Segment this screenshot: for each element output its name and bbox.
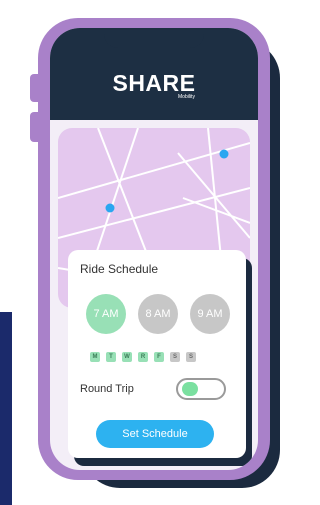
phone-screen: SHARE Mobility Ride Schedule 7 AM 8 AM 9…: [50, 28, 258, 470]
round-trip-label: Round Trip: [80, 383, 134, 395]
brand-subtitle: Mobility: [178, 94, 195, 100]
ride-schedule-card: Ride Schedule 7 AM 8 AM 9 AM M T W R F S…: [68, 250, 246, 458]
volume-down-button: [30, 112, 40, 142]
day-toggle-friday[interactable]: F: [154, 352, 164, 362]
time-option-7am[interactable]: 7 AM: [86, 294, 126, 334]
day-toggle-tuesday[interactable]: T: [106, 352, 116, 362]
day-toggle-saturday[interactable]: S: [170, 352, 180, 362]
toggle-knob: [182, 382, 198, 396]
day-toggle-thursday[interactable]: R: [138, 352, 148, 362]
day-toggle-monday[interactable]: M: [90, 352, 100, 362]
time-option-9am[interactable]: 9 AM: [190, 294, 230, 334]
set-schedule-button[interactable]: Set Schedule: [96, 420, 214, 448]
location-pin-icon[interactable]: [219, 149, 229, 159]
volume-up-button: [30, 74, 40, 102]
app-header: SHARE Mobility: [50, 28, 258, 120]
day-toggle-wednesday[interactable]: W: [122, 352, 132, 362]
day-toggle-sunday[interactable]: S: [186, 352, 196, 362]
card-title: Ride Schedule: [80, 262, 159, 276]
round-trip-toggle[interactable]: [176, 378, 226, 400]
background-panel: [0, 312, 12, 505]
time-option-8am[interactable]: 8 AM: [138, 294, 178, 334]
brand-logo: SHARE: [112, 70, 196, 96]
notch: [104, 28, 204, 48]
location-pin-icon[interactable]: [105, 203, 115, 213]
